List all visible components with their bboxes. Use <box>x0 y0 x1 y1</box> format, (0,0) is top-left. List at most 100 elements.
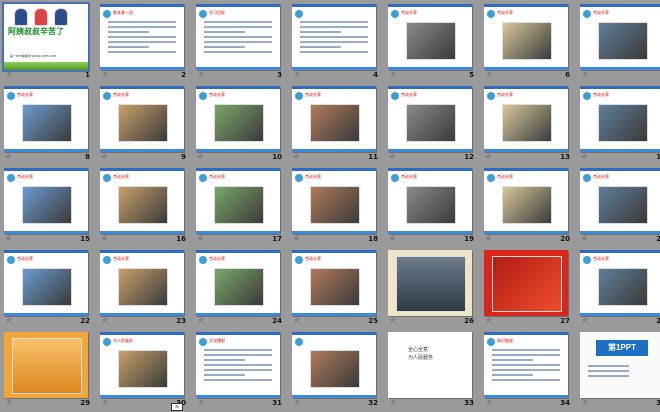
slide-thumbnail[interactable]: 劳动光荣 <box>580 250 660 316</box>
slide-thumbnail[interactable] <box>292 332 376 398</box>
slide-thumbnail-cell[interactable]: 劳动光荣 ☆ 21 <box>580 168 660 248</box>
transition-icon[interactable]: ☆ <box>390 318 396 324</box>
slide-thumbnail-cell[interactable]: ☆ 32 <box>292 332 384 412</box>
slide-thumbnail[interactable]: 劳动光荣 <box>100 86 184 152</box>
slide-thumbnail[interactable]: 第1PPT <box>580 332 660 398</box>
slide-thumbnail-cell[interactable]: ☆ 29 <box>4 332 96 412</box>
transition-icon[interactable]: ☆ <box>294 400 300 406</box>
slide-thumbnail[interactable]: 为人民服务 <box>100 332 184 398</box>
slide-thumbnail[interactable]: 劳动光荣 <box>100 250 184 316</box>
slide-thumbnail[interactable]: 劳动光荣 <box>196 86 280 152</box>
transition-icon[interactable]: ☆ <box>582 236 588 242</box>
transition-icon[interactable]: ☆ <box>6 154 12 160</box>
slide-thumbnail[interactable]: 知识链接 <box>484 332 568 398</box>
slide-thumbnail[interactable] <box>4 332 88 398</box>
slide-thumbnail[interactable]: 劳动光荣 <box>580 86 660 152</box>
slide-thumbnail[interactable]: 学习目标 <box>196 4 280 70</box>
slide-thumbnail-cell[interactable]: 劳动光荣 ☆ 24 <box>196 250 288 330</box>
transition-icon[interactable]: ☆ <box>198 154 204 160</box>
slide-thumbnail[interactable] <box>388 250 472 316</box>
transition-icon[interactable]: ☆ <box>102 72 108 78</box>
transition-icon[interactable]: ☆ <box>486 318 492 324</box>
slide-thumbnail-cell[interactable]: ☆ 26 <box>388 250 480 330</box>
slide-thumbnail-cell[interactable]: 劳动光荣 ☆ 28 <box>580 250 660 330</box>
slide-thumbnail-cell[interactable]: 歌本意一段 ☆ 2 <box>100 4 192 84</box>
slide-thumbnail[interactable]: 劳动光荣 <box>4 168 88 234</box>
slide-thumbnail-cell[interactable]: 劳动光荣 ☆ 14 <box>580 86 660 166</box>
slide-thumbnail[interactable]: 劳动光荣 <box>388 4 472 70</box>
slide-thumbnail[interactable]: 劳动光荣 <box>484 168 568 234</box>
slide-thumbnail[interactable]: 劳动光荣 <box>196 250 280 316</box>
slide-thumbnail[interactable]: 劳动光荣 <box>388 168 472 234</box>
slide-thumbnail-cell[interactable]: 知识链接 ☆ 34 <box>484 332 576 412</box>
slide-thumbnail-cell[interactable]: 劳动光荣 ☆ 17 <box>196 168 288 248</box>
slide-thumbnail[interactable]: 劳动光荣 <box>4 86 88 152</box>
transition-icon[interactable]: ☆ <box>294 236 300 242</box>
transition-icon[interactable]: ☆ <box>6 72 12 78</box>
transition-icon[interactable]: ☆ <box>582 154 588 160</box>
slide-thumbnail-cell[interactable]: 劳动光荣☆7 <box>580 4 660 84</box>
slide-thumbnail[interactable]: 劳动光荣 <box>484 86 568 152</box>
slide-thumbnail[interactable]: 全心全意 为人民服务 <box>388 332 472 398</box>
slide-thumbnail[interactable]: 劳动光荣 <box>580 168 660 234</box>
slide-thumbnail[interactable]: 阿姨叔叔辛苦了 第一PPT模板网 WWW.1PPT.COM <box>2 2 90 72</box>
transition-icon[interactable]: ☆ <box>486 72 492 78</box>
slide-thumbnail[interactable] <box>484 250 568 316</box>
slide-thumbnail-cell[interactable]: 劳动光荣 ☆ 12 <box>388 86 480 166</box>
transition-icon[interactable]: ☆ <box>294 72 300 78</box>
transition-icon[interactable]: ☆ <box>582 400 588 406</box>
slide-thumbnail-cell[interactable]: 第1PPT ☆ 35 <box>580 332 660 412</box>
transition-icon[interactable]: ☆ <box>102 400 108 406</box>
slide-thumbnail[interactable]: 劳动光荣 <box>4 250 88 316</box>
slide-thumbnail-cell[interactable]: 劳动光荣 ☆ 9 <box>100 86 192 166</box>
slide-thumbnail-cell[interactable]: ☆ 4 <box>292 4 384 84</box>
slide-thumbnail-cell[interactable]: 劳动光荣 ☆ 13 <box>484 86 576 166</box>
slide-thumbnail-cell[interactable]: 全心全意 为人民服务 ☆ 33 <box>388 332 480 412</box>
slide-thumbnail[interactable]: 劳动光荣 <box>484 4 568 70</box>
slide-thumbnail-cell[interactable]: 文化播报 ☆ 31 <box>196 332 288 412</box>
slide-thumbnail-cell[interactable]: 劳动光荣 ☆ 11 <box>292 86 384 166</box>
slide-thumbnail-cell[interactable]: 劳动光荣 ☆ 6 <box>484 4 576 84</box>
slide-thumbnail-cell[interactable]: 劳动光荣 ☆ 20 <box>484 168 576 248</box>
transition-icon[interactable]: ☆ <box>198 400 204 406</box>
slide-thumbnail-cell[interactable]: 劳动光荣 ☆ 10 <box>196 86 288 166</box>
slide-thumbnail-cell[interactable]: 劳动光荣 ☆ 22 <box>4 250 96 330</box>
transition-icon[interactable]: ☆ <box>198 72 204 78</box>
transition-icon[interactable]: ☆ <box>198 318 204 324</box>
slide-thumbnail[interactable]: 文化播报 <box>196 332 280 398</box>
slide-thumbnail-cell[interactable]: 劳动光荣 ☆ 23 <box>100 250 192 330</box>
slide-thumbnail[interactable]: 劳动光荣 <box>292 168 376 234</box>
slide-thumbnail-cell[interactable]: 劳动光荣 ☆ 16 <box>100 168 192 248</box>
transition-icon[interactable]: ☆ <box>102 154 108 160</box>
transition-icon[interactable]: ☆ <box>582 72 588 78</box>
transition-icon[interactable]: ☆ <box>486 400 492 406</box>
transition-icon[interactable]: ☆ <box>102 318 108 324</box>
transition-icon[interactable]: ☆ <box>102 236 108 242</box>
transition-icon[interactable]: ☆ <box>390 154 396 160</box>
slide-thumbnail[interactable]: 劳动光荣 <box>388 86 472 152</box>
slide-thumbnail[interactable]: 歌本意一段 <box>100 4 184 70</box>
slide-thumbnail[interactable]: 劳动光荣 <box>196 168 280 234</box>
transition-icon[interactable]: ☆ <box>390 236 396 242</box>
transition-icon[interactable]: ☆ <box>6 236 12 242</box>
transition-icon[interactable]: ☆ <box>582 318 588 324</box>
transition-icon[interactable]: ☆ <box>6 400 12 406</box>
slide-thumbnail[interactable] <box>292 4 376 70</box>
slide-thumbnail-cell[interactable]: 学习目标 ☆ 3 <box>196 4 288 84</box>
transition-icon[interactable]: ☆ <box>390 72 396 78</box>
slide-thumbnail[interactable]: 劳动光荣 <box>100 168 184 234</box>
slide-thumbnail-cell[interactable]: ☆ 27 <box>484 250 576 330</box>
transition-icon[interactable]: ☆ <box>486 236 492 242</box>
transition-icon[interactable]: ☆ <box>294 318 300 324</box>
transition-icon[interactable]: ☆ <box>294 154 300 160</box>
transition-icon[interactable]: ☆ <box>198 236 204 242</box>
slide-thumbnail-cell[interactable]: 劳动光荣 ☆ 8 <box>4 86 96 166</box>
slide-thumbnail[interactable]: 劳动光荣 <box>292 86 376 152</box>
slide-thumbnail-cell[interactable]: 劳动光荣 ☆ 5 <box>388 4 480 84</box>
slide-thumbnail-cell[interactable]: 劳动光荣 ☆ 15 <box>4 168 96 248</box>
slide-thumbnail-cell[interactable]: 阿姨叔叔辛苦了 第一PPT模板网 WWW.1PPT.COM ☆ 1 <box>2 2 96 84</box>
slide-thumbnail-cell[interactable]: 为人民服务☆30 <box>100 332 192 412</box>
transition-icon[interactable]: ☆ <box>486 154 492 160</box>
transition-icon[interactable]: ☆ <box>6 318 12 324</box>
slide-thumbnail[interactable]: 劳动光荣 <box>292 250 376 316</box>
